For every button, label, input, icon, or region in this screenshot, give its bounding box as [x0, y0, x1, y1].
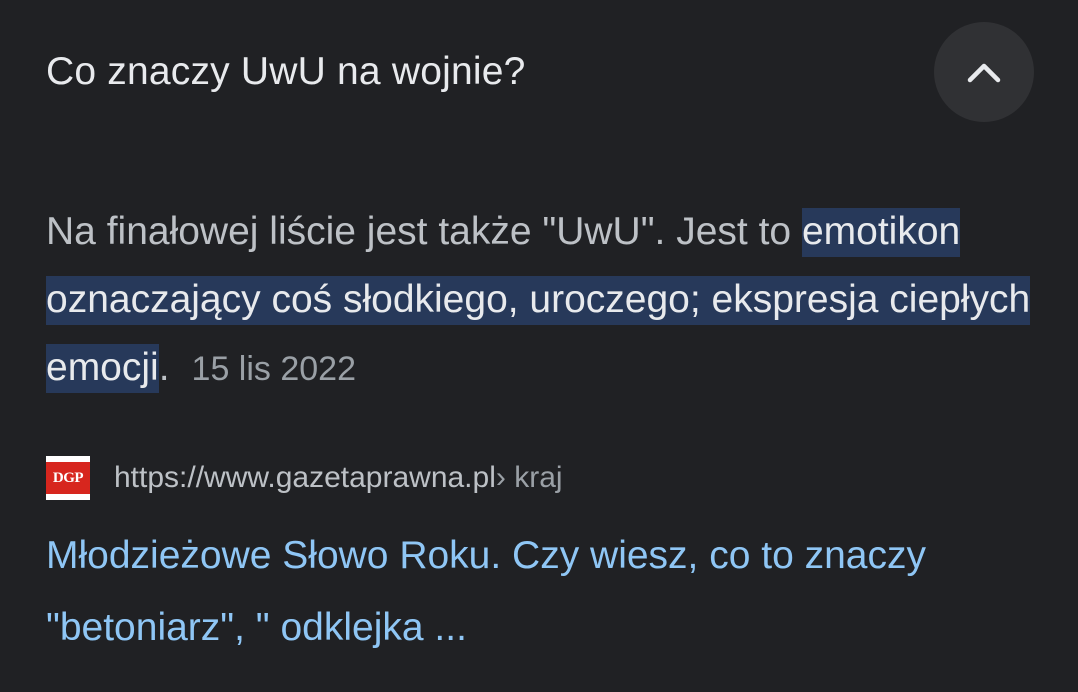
answer-date: 15 lis 2022 [191, 350, 357, 388]
answer-snippet: Na finałowej liście jest także "UwU". Je… [46, 198, 1046, 403]
question-title[interactable]: Co znaczy UwU na wojnie? [46, 50, 526, 94]
collapse-button[interactable] [934, 22, 1034, 122]
source-row[interactable]: DGP https://www.gazetaprawna.pl › kraj [46, 452, 563, 504]
question-header[interactable]: Co znaczy UwU na wojnie? [46, 20, 1034, 124]
site-favicon: DGP [46, 456, 90, 500]
answer-end: . [158, 346, 170, 389]
favicon-text: DGP [46, 462, 90, 494]
chevron-up-icon [966, 60, 1002, 84]
source-url[interactable]: https://www.gazetaprawna.pl [114, 461, 496, 495]
answer-intro: Na finałowej liście jest także "UwU". Je… [46, 210, 802, 253]
source-breadcrumb: › kraj [495, 461, 563, 494]
result-title-link[interactable]: Młodzieżowe Słowo Roku. Czy wiesz, co to… [46, 520, 1046, 664]
